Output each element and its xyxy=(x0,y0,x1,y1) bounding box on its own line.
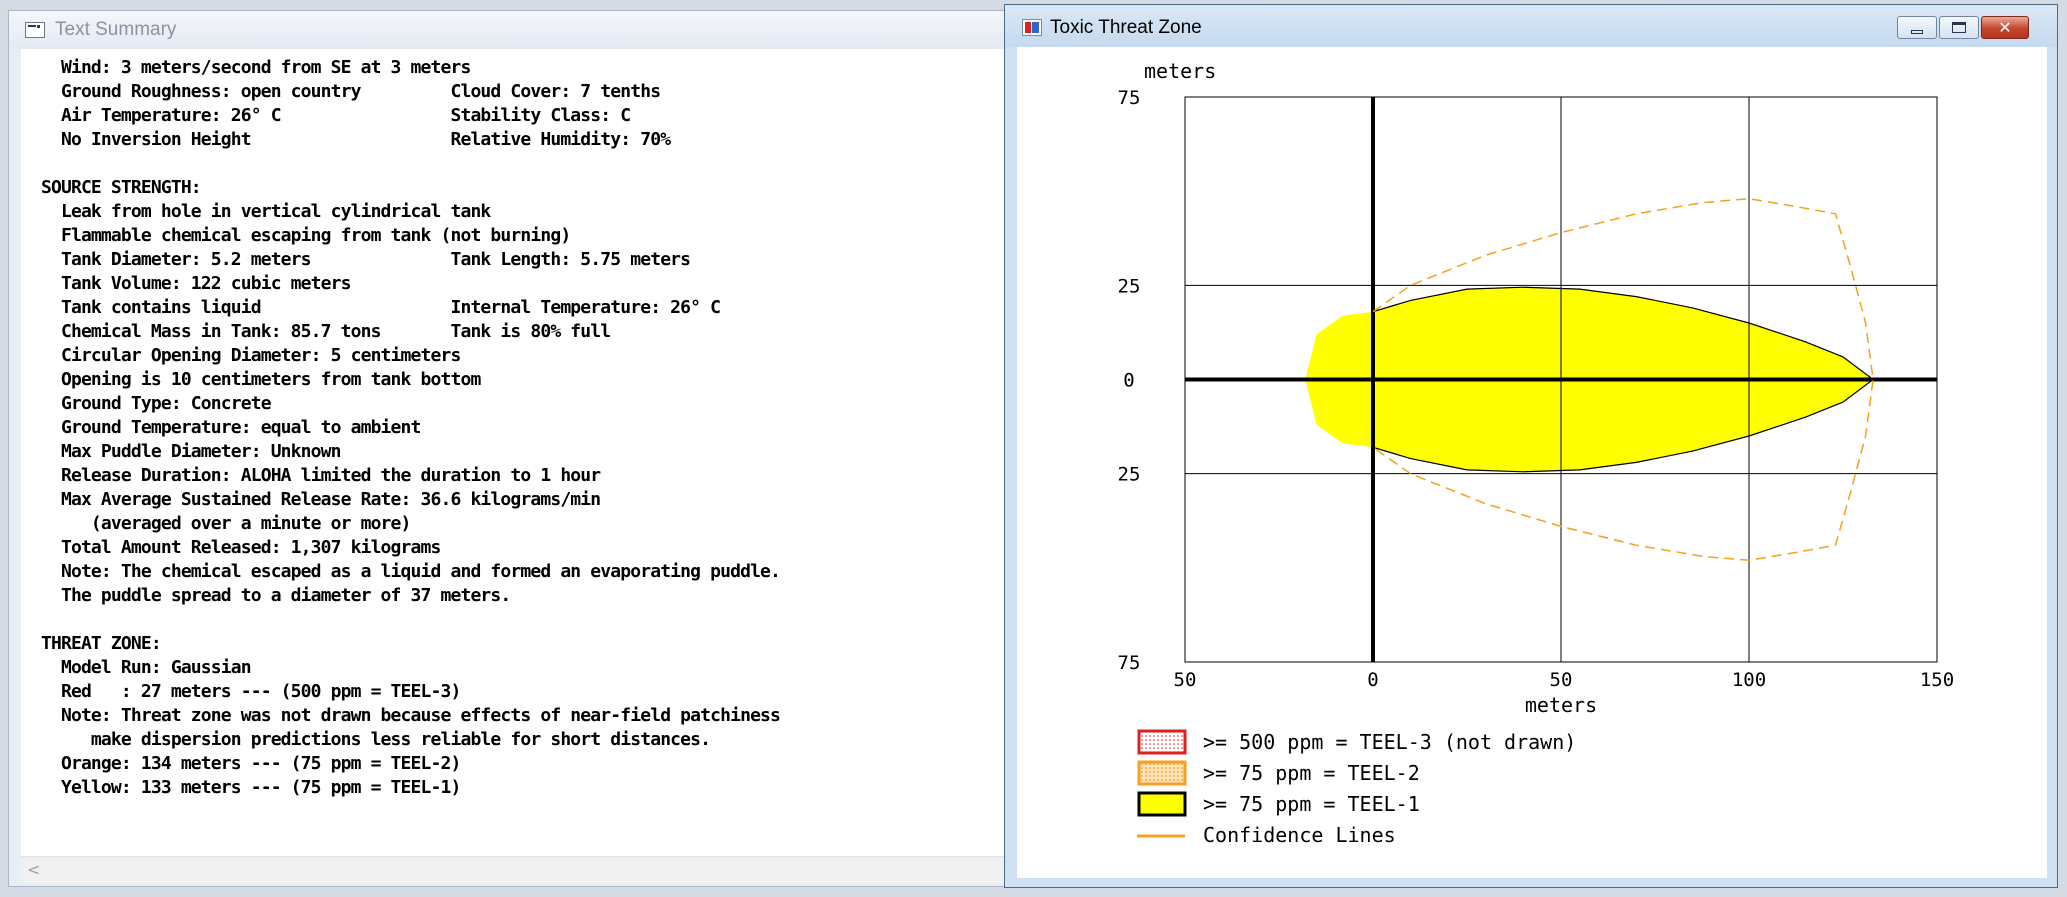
x-tick-label: 0 xyxy=(1367,669,1378,691)
legend-swatch-teel-1 xyxy=(1137,791,1187,817)
summary-line: Yellow: 133 meters --- (75 ppm = TEEL-1) xyxy=(41,777,461,798)
summary-line: Release Duration: ALOHA limited the dura… xyxy=(41,465,601,486)
threat-zone-plot-area: meters 75 25 0 25 75 50 0 50 100 150 meters >= 500 … xyxy=(1017,47,2047,878)
threat-zone-chart: meters75250257550 0 50 100 150meters >= 500 … xyxy=(1118,59,1955,847)
summary-line: Max Average Sustained Release Rate: 36.6… xyxy=(41,489,601,510)
x-tick-label: 150 xyxy=(1920,669,1954,691)
summary-line: Max Puddle Diameter: Unknown xyxy=(41,441,341,462)
summary-line: Air Temperature: 26° C Stability Class: … xyxy=(41,105,631,126)
legend-label: >= 75 ppm = TEEL-1 xyxy=(1203,792,1420,816)
summary-line: Red : 27 meters --- (500 ppm = TEEL-3) xyxy=(41,681,461,702)
x-axis-label: meters xyxy=(1525,693,1597,717)
summary-line: THREAT ZONE: xyxy=(41,633,162,654)
summary-line: Model Run: Gaussian xyxy=(41,657,252,678)
summary-line: Wind: 3 meters/second from SE at 3 meter… xyxy=(41,57,471,78)
summary-line: The puddle spread to a diameter of 37 me… xyxy=(41,585,511,606)
legend: >= 500 ppm = TEEL-3 (not drawn) >= 75 ppm… xyxy=(1137,729,1576,847)
y-tick-label: 25 xyxy=(1118,464,1141,486)
summary-line: Opening is 10 centimeters from tank bott… xyxy=(41,369,481,390)
y-axis-unit-label: meters xyxy=(1144,59,1216,83)
summary-line: Chemical Mass in Tank: 85.7 tons Tank is… xyxy=(41,321,611,342)
summary-line: Tank Diameter: 5.2 meters Tank Length: 5… xyxy=(41,249,691,270)
threat-zone-title: Toxic Threat Zone xyxy=(1050,17,1202,38)
legend-label: >= 500 ppm = TEEL-3 (not drawn) xyxy=(1203,730,1576,754)
text-summary-title: Text Summary xyxy=(55,19,177,40)
y-tick-label: 25 xyxy=(1118,275,1141,297)
summary-line: Tank contains liquid Internal Temperatur… xyxy=(41,297,721,318)
summary-line: Tank Volume: 122 cubic meters xyxy=(41,273,351,294)
close-button[interactable]: ✕ xyxy=(1981,16,2029,39)
x-tick-label: 50 xyxy=(1550,669,1573,691)
summary-line: SOURCE STRENGTH: xyxy=(41,177,202,198)
threat-zone-titlebar[interactable]: Toxic Threat Zone ✕ xyxy=(1005,5,2057,47)
y-tick-label: 75 xyxy=(1118,87,1141,109)
app-icon xyxy=(1022,19,1042,36)
toxic-threat-zone-window[interactable]: Toxic Threat Zone ✕ meters 75 25 0 25 75 50 0 50… xyxy=(1004,4,2058,888)
legend-label: Confidence Lines xyxy=(1203,823,1396,847)
y-tick-label: 0 xyxy=(1123,370,1134,392)
legend-swatch-teel-3 xyxy=(1137,729,1187,755)
maximize-icon xyxy=(1952,22,1966,33)
summary-line: Ground Type: Concrete xyxy=(41,393,272,414)
y-tick-label: 75 xyxy=(1118,652,1141,674)
text-summary-content: Wind: 3 meters/second from SE at 3 meter… xyxy=(21,49,1011,856)
x-tick-label: 50 xyxy=(1174,669,1197,691)
minimize-button[interactable] xyxy=(1897,16,1937,39)
summary-line: Note: The chemical escaped as a liquid a… xyxy=(41,561,781,582)
summary-line: Ground Roughness: open country Cloud Cov… xyxy=(41,81,661,102)
summary-text: Wind: 3 meters/second from SE at 3 meter… xyxy=(41,56,781,800)
summary-line: Total Amount Released: 1,307 kilograms xyxy=(41,537,441,558)
summary-line: Flammable chemical escaping from tank (n… xyxy=(41,225,571,246)
summary-line: make dispersion predictions less reliabl… xyxy=(41,729,711,750)
scroll-left-arrow-icon[interactable]: < xyxy=(27,860,40,879)
maximize-button[interactable] xyxy=(1939,16,1979,39)
text-summary-window[interactable]: Text Summary Wind: 3 meters/second from … xyxy=(8,10,1011,887)
summary-line: Note: Threat zone was not drawn because … xyxy=(41,705,781,726)
legend-label: >= 75 ppm = TEEL-2 xyxy=(1203,761,1420,785)
summary-line: Orange: 134 meters --- (75 ppm = TEEL-2) xyxy=(41,753,461,774)
text-summary-titlebar[interactable]: Text Summary xyxy=(9,11,1009,49)
legend-swatch-teel-2 xyxy=(1137,760,1187,786)
summary-line: No Inversion Height Relative Humidity: 7… xyxy=(41,129,671,150)
horizontal-scrollbar[interactable]: < xyxy=(21,856,1011,883)
summary-line: (averaged over a minute or more) xyxy=(41,513,411,534)
summary-line: Leak from hole in vertical cylindrical t… xyxy=(41,201,491,222)
minimize-icon xyxy=(1911,29,1923,34)
x-tick-label: 100 xyxy=(1732,669,1766,691)
plot-layer: meters75250257550 0 50 100 150meters xyxy=(1118,59,1955,717)
summary-line: Ground Temperature: equal to ambient xyxy=(41,417,421,438)
app-icon xyxy=(25,22,45,38)
close-icon: ✕ xyxy=(1998,17,2012,37)
summary-line: Circular Opening Diameter: 5 centimeters xyxy=(41,345,461,366)
